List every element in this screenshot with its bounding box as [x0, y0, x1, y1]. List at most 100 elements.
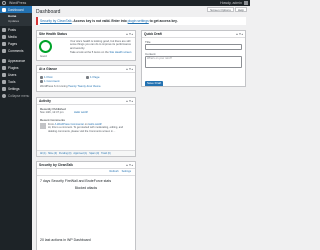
sidebar-item-label: Tools	[8, 79, 16, 84]
sidebar-item-settings[interactable]: Settings	[0, 85, 32, 92]
widget-toggle-icon[interactable]: ▲▼▴	[236, 31, 243, 38]
sidebar-item-appearance[interactable]: Appearance	[0, 57, 32, 64]
recent-comments-heading: Recent Comments	[40, 118, 65, 122]
stats-chart-area	[37, 190, 135, 238]
sidebar-item-dashboard[interactable]: Dashboard	[0, 6, 32, 13]
comments-approved-link[interactable]: Approved (1)	[73, 152, 87, 156]
widget-toggle-icon[interactable]: ▲▼▴	[126, 98, 133, 105]
cleantalk-notice: Security by CleanTalk. Access key is not…	[36, 17, 246, 25]
notice-text: . Access key is not valid. Enter into	[71, 19, 127, 23]
wordpress-logo-icon[interactable]	[2, 1, 6, 5]
recent-post-row: Nov 14th, 12:47 pm Hello world!	[40, 111, 132, 115]
collapse-menu-button[interactable]: Collapse menu	[0, 92, 32, 99]
at-a-glance-widget: At a Glance ▲▼▴ 1 Post 1 Page 1 Comment …	[36, 65, 136, 92]
sidebar-item-pages[interactable]: Pages	[0, 40, 32, 47]
draft-content-textarea[interactable]: What's on your mind?	[145, 56, 242, 68]
comments-pending-link[interactable]: Pending (0)	[59, 152, 71, 156]
sidebar-item-label: Plugins	[8, 65, 19, 70]
dashboard-submenu: Home Updates	[0, 13, 32, 26]
comment-body: From A WordPress Commenter on Hello worl…	[48, 123, 132, 133]
comments-all-link[interactable]: All (1)	[40, 152, 46, 156]
settings-icon	[2, 86, 6, 91]
widget-toggle-icon[interactable]: ▲▼▴	[126, 31, 133, 38]
sidebar-item-plugins[interactable]: Plugins	[0, 64, 32, 71]
comments-trash-link[interactable]: Trash (0)	[101, 152, 111, 156]
notice-settings-link[interactable]: plugin settings	[128, 19, 149, 23]
sidebar-item-label: Settings	[8, 86, 20, 91]
health-body-2-text: Take a look at the 5 items on the	[70, 51, 109, 55]
site-health-widget: Site Health Status ▲▼▴ Your site's healt…	[36, 30, 136, 61]
notice-cleantalk-link[interactable]: Security by CleanTalk	[40, 19, 72, 23]
comment-icon	[40, 79, 43, 83]
pin-icon	[2, 27, 6, 32]
brush-icon	[2, 58, 6, 63]
pages-count-link[interactable]: 1 Page	[86, 75, 100, 79]
widget-header: Activity ▲▼▴	[37, 98, 135, 105]
sidebar-item-label: Dashboard	[8, 7, 24, 12]
pages-count-text: 1 Page	[90, 75, 100, 79]
widget-header: Security by CleanTalk ▲▼▴	[37, 162, 135, 169]
screen-options-button[interactable]: Screen Options	[207, 7, 234, 12]
draft-title-input[interactable]	[145, 44, 242, 50]
activity-widget: Activity ▲▼▴ Recently Published Nov 14th…	[36, 97, 136, 157]
cleantalk-tabs: Refresh Settings	[37, 169, 135, 176]
settings-link[interactable]: Settings	[122, 170, 131, 174]
widget-header: Quick Draft ▲▼▴	[142, 31, 245, 38]
collapse-icon	[2, 93, 6, 98]
save-draft-button[interactable]: Save Draft	[145, 81, 164, 86]
widget-title: Security by CleanTalk	[39, 163, 74, 167]
comments-mine-link[interactable]: Mine (0)	[48, 152, 57, 156]
sidebar-item-media[interactable]: Media	[0, 33, 32, 40]
comment-counts-bar: All (1) Mine (0) Pending (0) Approved (1…	[37, 150, 135, 156]
widget-toggle-icon[interactable]: ▲▼▴	[126, 66, 133, 73]
submenu-updates[interactable]: Updates	[0, 19, 32, 24]
refresh-link[interactable]: Refresh	[110, 170, 119, 174]
post-date: Nov 14th, 12:47 pm	[40, 111, 64, 114]
theme-link[interactable]: Twenty Twenty-Four theme.	[68, 85, 101, 88]
recent-post-link[interactable]: Hello world!	[74, 111, 88, 115]
sidebar-item-users[interactable]: Users	[0, 71, 32, 78]
admin-sidebar: Dashboard Home Updates Posts Media Pages…	[0, 6, 32, 250]
comment-excerpt: Hi, this is a comment. To get started wi…	[48, 126, 124, 133]
widget-title: At a Glance	[39, 67, 58, 71]
comments-count-text: 1 Comment	[44, 79, 60, 83]
media-icon	[2, 34, 6, 39]
comments-spam-link[interactable]: Spam (0)	[89, 152, 99, 156]
page-icon	[2, 41, 6, 46]
comments-count-link[interactable]: 1 Comment	[40, 79, 132, 83]
recent-comment: From A WordPress Commenter on Hello worl…	[40, 123, 132, 133]
site-health-link[interactable]: Site Health screen	[109, 51, 131, 54]
notice-text-2: to get access key.	[148, 19, 178, 23]
health-body: Your site's health is looking good, but …	[70, 40, 131, 50]
stats-heading: 7 days Security FireWall and BruteForce …	[40, 179, 112, 183]
avatar[interactable]	[244, 1, 248, 5]
sidebar-item-label: Posts	[8, 27, 16, 32]
health-body-2: Take a look at the 5 items on the Site H…	[70, 51, 133, 54]
page-title: Dashboard	[36, 9, 61, 15]
sidebar-item-tools[interactable]: Tools	[0, 78, 32, 85]
howdy-user-link[interactable]: Howdy, admin	[220, 0, 242, 6]
admin-bar: WordPress Howdy, admin	[0, 0, 250, 6]
glance-footer: WordPress 6.4 running Twenty Twenty-Four…	[37, 85, 135, 89]
widget-toggle-icon[interactable]: ▲▼▴	[126, 162, 133, 169]
sidebar-item-label: Comments	[8, 48, 24, 53]
sidebar-item-posts[interactable]: Posts	[0, 26, 32, 33]
widget-title: Site Health Status	[39, 32, 68, 36]
wp-version-text: WordPress 6.4 running	[40, 85, 68, 88]
comment-icon	[2, 48, 6, 53]
wrench-icon	[2, 79, 6, 84]
sidebar-item-label: Media	[8, 34, 17, 39]
screen-meta-links: Screen Options Help	[207, 7, 247, 12]
quick-draft-widget: Quick Draft ▲▼▴ Title Content What's on …	[141, 30, 246, 87]
widget-header: Site Health Status ▲▼▴	[37, 31, 135, 38]
sidebar-item-label: Appearance	[8, 58, 26, 63]
help-button[interactable]: Help	[234, 7, 247, 12]
health-status-label: Good	[40, 55, 47, 58]
sidebar-item-comments[interactable]: Comments	[0, 47, 32, 54]
user-icon	[2, 72, 6, 77]
dashboard-icon	[2, 7, 6, 12]
widget-header: At a Glance ▲▼▴	[37, 66, 135, 73]
health-status-circle	[39, 40, 52, 53]
cleantalk-widget: Security by CleanTalk ▲▼▴ Refresh Settin…	[36, 161, 136, 250]
sidebar-item-label: Pages	[8, 41, 18, 46]
